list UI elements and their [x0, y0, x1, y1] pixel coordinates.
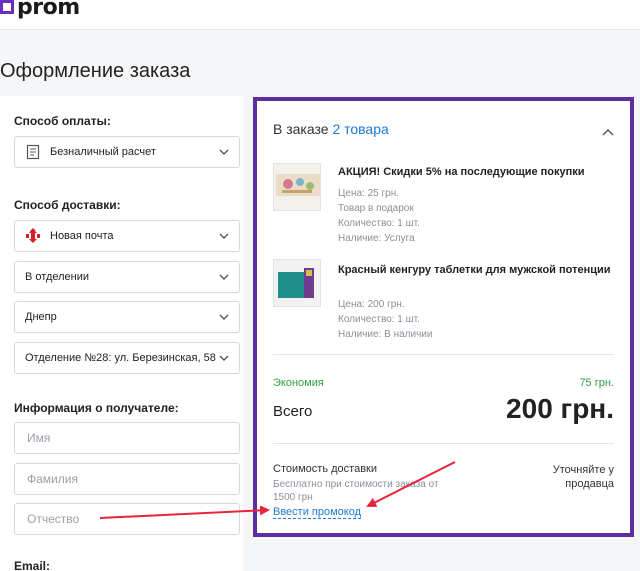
divider [273, 354, 614, 355]
chevron-down-icon [217, 229, 231, 243]
item-title[interactable]: АКЦИЯ! Скидки 5% на последующие покупки [338, 165, 623, 179]
item-title[interactable]: Красный кенгуру таблетки для мужской пот… [338, 263, 623, 277]
delivery-cost-label: Стоимость доставки [273, 463, 377, 475]
middle-name-field[interactable] [14, 503, 240, 535]
item-availability: Наличие: Услуга [338, 233, 415, 244]
item-availability: Наличие: В наличии [338, 329, 433, 340]
order-item-count[interactable]: 2 товара [332, 121, 388, 137]
item-quantity: Количество: 1 шт. [338, 218, 420, 229]
delivery-cost-value: Уточняйте у продавца [552, 464, 614, 490]
delivery-method-label: Способ доставки: [14, 198, 121, 212]
chevron-up-icon[interactable] [602, 123, 614, 136]
item-quantity: Количество: 1 шт. [338, 314, 420, 325]
divider [273, 443, 614, 444]
total-label: Всего [273, 403, 313, 420]
chevron-down-icon [217, 145, 231, 159]
total-value: 200 грн. [506, 393, 614, 424]
chevron-down-icon [217, 351, 231, 365]
savings-label: Экономия [273, 377, 324, 389]
product-image[interactable] [273, 163, 321, 211]
email-label: Email: [14, 559, 51, 571]
logo-text: prom [17, 0, 80, 20]
order-heading-text: В заказе [273, 121, 329, 137]
city-select[interactable]: Днепр [14, 301, 240, 333]
item-price: Цена: 200 грн. [338, 299, 405, 310]
top-bar: prom [0, 0, 640, 30]
delivery-method-select[interactable]: В отделении [14, 261, 240, 293]
delivery-method-value: В отделении [25, 271, 90, 283]
delivery-cost-note: Бесплатно при стоимости заказа от 1500 г… [273, 479, 439, 503]
last-name-field[interactable] [14, 463, 240, 495]
order-heading: В заказе 2 товара [273, 121, 389, 137]
chevron-down-icon [217, 310, 231, 324]
nova-poshta-icon [25, 228, 41, 244]
invoice-icon [25, 144, 41, 160]
page-title: Оформление заказа [0, 60, 191, 82]
product-image[interactable] [273, 259, 321, 307]
logo-mark-icon [0, 0, 14, 14]
delivery-carrier-value: Новая почта [50, 230, 114, 242]
item-price: Цена: 25 грн. [338, 188, 400, 199]
chevron-down-icon [217, 270, 231, 284]
payment-method-value: Безналичный расчет [50, 146, 156, 158]
savings-value: 75 грн. [579, 377, 614, 389]
payment-method-select[interactable]: Безналичный расчет [14, 136, 240, 168]
order-summary: В заказе 2 товара АКЦИЯ! Скидки 5% на по… [253, 97, 634, 537]
city-value: Днепр [25, 311, 57, 323]
item-note: Товар в подарок [338, 203, 414, 214]
first-name-field[interactable] [14, 422, 240, 454]
branch-select[interactable]: Отделение №28: ул. Березинская, 58 [14, 342, 240, 374]
delivery-carrier-select[interactable]: Новая почта [14, 220, 240, 252]
branch-value: Отделение №28: ул. Березинская, 58 [25, 352, 216, 364]
recipient-info-label: Информация о получателе: [14, 401, 179, 415]
checkout-form: Способ оплаты: Безналичный расчет Способ… [0, 96, 243, 571]
prom-logo[interactable]: prom [0, 0, 80, 20]
payment-method-label: Способ оплаты: [14, 114, 111, 128]
enter-promo-code-link[interactable]: Ввести промокод [273, 506, 362, 519]
